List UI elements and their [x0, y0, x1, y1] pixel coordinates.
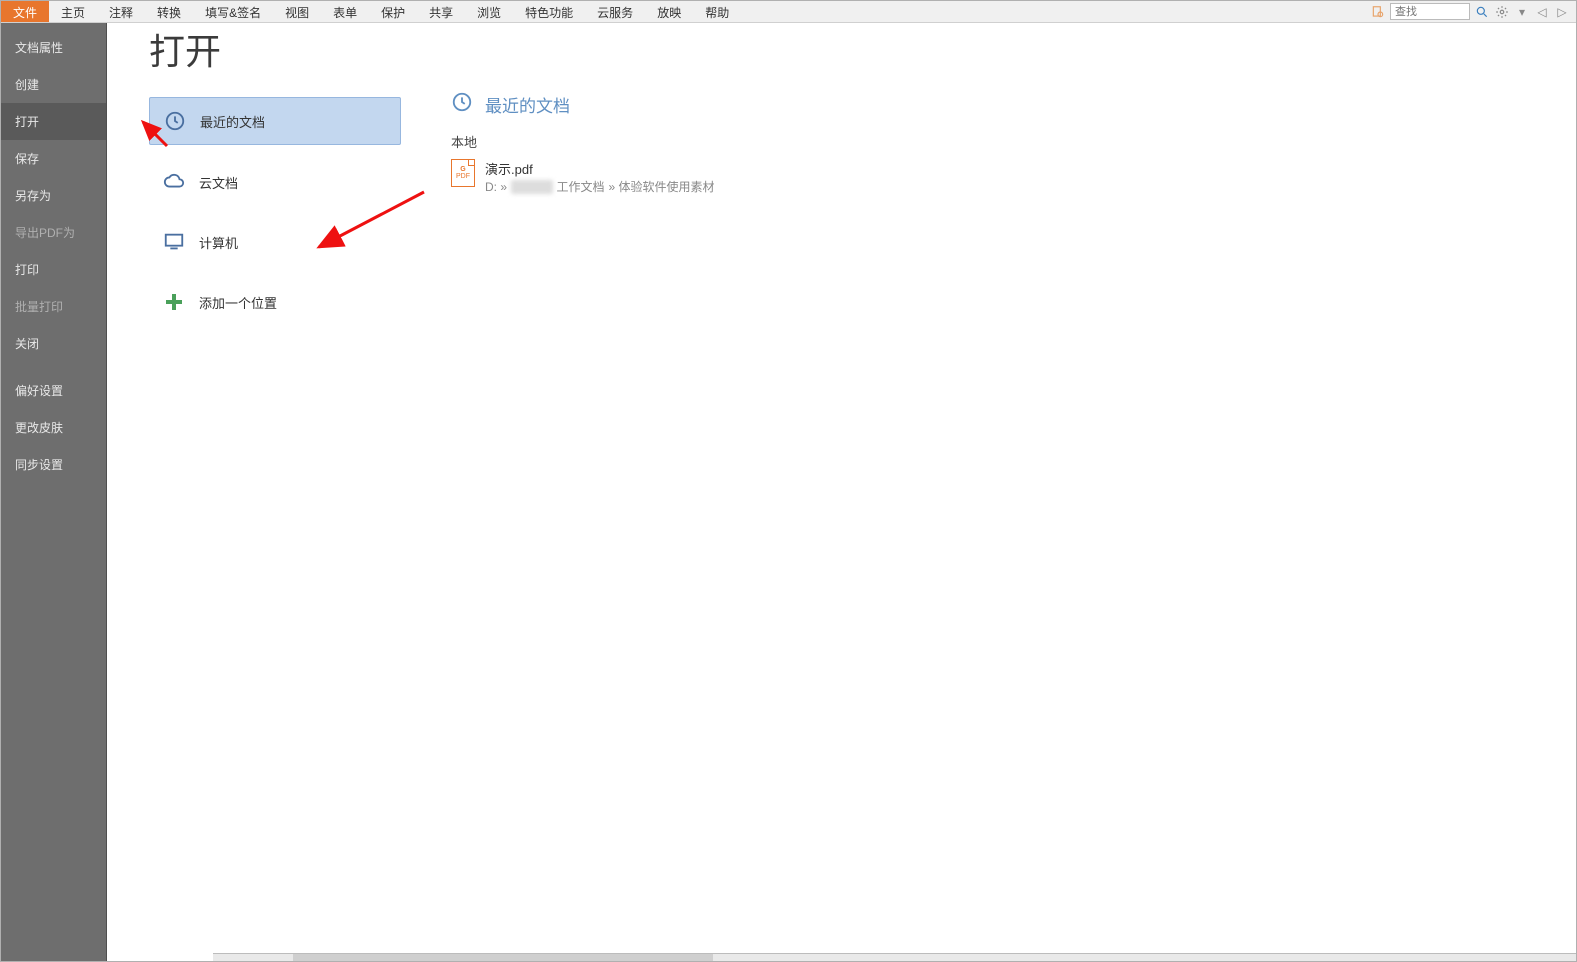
location-computer[interactable]: 计算机	[149, 219, 401, 265]
file-name: 演示.pdf	[485, 159, 715, 178]
menu-tab-view[interactable]: 视图	[273, 1, 321, 22]
clock-icon	[164, 110, 186, 132]
pdf-file-icon: G PDF	[451, 159, 475, 187]
file-sidebar: 文档属性 创建 打开 保存 另存为 导出PDF为 打印 批量打印 关闭 偏好设置…	[1, 23, 107, 961]
gear-icon[interactable]	[1494, 4, 1510, 20]
page-title: 打开	[107, 23, 1576, 97]
menu-tab-form[interactable]: 表单	[321, 1, 369, 22]
location-add[interactable]: 添加一个位置	[149, 279, 401, 325]
menu-tab-cloud[interactable]: 云服务	[585, 1, 645, 22]
menu-tab-file[interactable]: 文件	[1, 1, 49, 22]
sidebar-item-skin[interactable]: 更改皮肤	[1, 409, 106, 446]
recent-header: 最近的文档	[451, 91, 1576, 132]
menu-tab-annotate[interactable]: 注释	[97, 1, 145, 22]
menu-tab-home[interactable]: 主页	[49, 1, 97, 22]
menu-tab-browse[interactable]: 浏览	[465, 1, 513, 22]
sidebar-item-saveas[interactable]: 另存为	[1, 177, 106, 214]
nav-prev-icon[interactable]: ◁	[1534, 4, 1550, 20]
menubar: 文件 主页 注释 转换 填写&签名 视图 表单 保护 共享 浏览 特色功能 云服…	[1, 1, 1576, 23]
computer-icon	[163, 231, 185, 253]
menu-tab-play[interactable]: 放映	[645, 1, 693, 22]
find-page-icon[interactable]	[1370, 4, 1386, 20]
file-path: D: » ███ 工作文档 » 体验软件使用素材	[485, 178, 715, 195]
clock-icon	[451, 91, 473, 118]
menu-tab-feature[interactable]: 特色功能	[513, 1, 585, 22]
main-pane: 打开 最近的文档 云文档	[107, 23, 1576, 961]
sidebar-item-batchprint[interactable]: 批量打印	[1, 288, 106, 325]
recent-section-label: 本地	[451, 132, 1576, 157]
recent-pane: 最近的文档 本地 G PDF 演示.pdf D: » ███ 工作文档	[441, 91, 1576, 325]
plus-icon	[163, 291, 185, 313]
location-recent[interactable]: 最近的文档	[149, 97, 401, 145]
sidebar-item-create[interactable]: 创建	[1, 66, 106, 103]
recent-header-label: 最近的文档	[485, 92, 570, 117]
sidebar-item-open[interactable]: 打开	[1, 103, 106, 140]
recent-file-row[interactable]: G PDF 演示.pdf D: » ███ 工作文档 » 体验软件使用素材	[451, 157, 1576, 197]
cloud-icon	[163, 171, 185, 193]
sidebar-item-prefs[interactable]: 偏好设置	[1, 372, 106, 409]
sidebar-item-save[interactable]: 保存	[1, 140, 106, 177]
search-input[interactable]	[1390, 3, 1470, 20]
location-list: 最近的文档 云文档 计算机	[149, 97, 401, 325]
menu-tab-convert[interactable]: 转换	[145, 1, 193, 22]
sidebar-item-sync[interactable]: 同步设置	[1, 446, 106, 483]
menu-tab-help[interactable]: 帮助	[693, 1, 741, 22]
search-icon[interactable]	[1474, 4, 1490, 20]
sidebar-item-print[interactable]: 打印	[1, 251, 106, 288]
statusbar	[213, 953, 1576, 961]
scrollbar-thumb[interactable]	[293, 954, 713, 961]
location-label: 最近的文档	[200, 112, 265, 131]
location-cloud[interactable]: 云文档	[149, 159, 401, 205]
search-area: ▾ ◁ ▷	[1370, 1, 1576, 22]
sidebar-item-close[interactable]: 关闭	[1, 325, 106, 362]
menu-tab-protect[interactable]: 保护	[369, 1, 417, 22]
chevron-down-icon[interactable]: ▾	[1514, 4, 1530, 20]
location-label: 云文档	[199, 173, 238, 192]
menu-tab-share[interactable]: 共享	[417, 1, 465, 22]
nav-next-icon[interactable]: ▷	[1554, 4, 1570, 20]
location-label: 计算机	[199, 233, 238, 252]
sidebar-item-docprops[interactable]: 文档属性	[1, 29, 106, 66]
sidebar-item-exportpdf[interactable]: 导出PDF为	[1, 214, 106, 251]
menu-tab-fillsign[interactable]: 填写&签名	[193, 1, 273, 22]
location-label: 添加一个位置	[199, 293, 277, 312]
